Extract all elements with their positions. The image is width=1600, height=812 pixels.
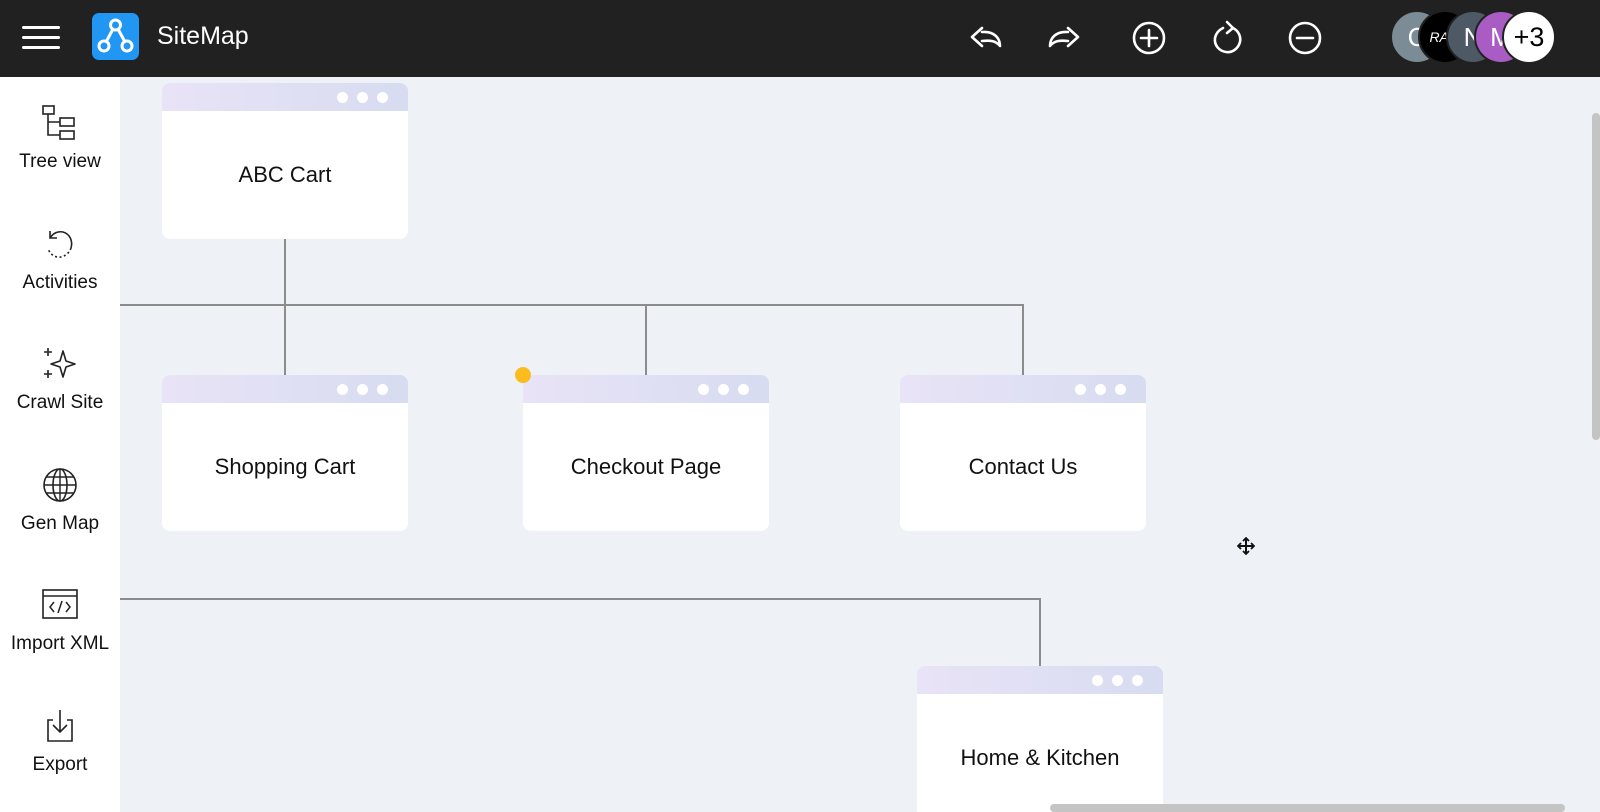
top-bar: SiteMap C RAM N M +3	[0, 0, 1600, 77]
minus-circle-icon	[1288, 21, 1322, 55]
redo-icon	[1048, 26, 1080, 48]
sidebar-item-tree-view[interactable]: Tree view	[0, 89, 120, 199]
page-node-abc-cart[interactable]: ABC Cart	[162, 83, 408, 239]
download-icon	[47, 710, 73, 742]
history-icon	[47, 230, 73, 258]
node-title: Shopping Cart	[214, 454, 356, 479]
more-options-icon[interactable]	[337, 384, 388, 395]
more-options-icon[interactable]	[1075, 384, 1126, 395]
sidebar-item-gen-map[interactable]: Gen Map	[0, 451, 120, 561]
vertical-scrollbar[interactable]	[1592, 113, 1600, 440]
zoom-in-button[interactable]	[1127, 16, 1171, 60]
more-options-icon[interactable]	[698, 384, 749, 395]
connector-line	[120, 598, 1041, 666]
zoom-out-button[interactable]	[1283, 16, 1327, 60]
node-header	[917, 666, 1163, 694]
sidebar-item-export[interactable]: Export	[0, 692, 120, 802]
more-options-icon[interactable]	[1092, 675, 1143, 686]
sidebar-item-label: Gen Map	[20, 513, 100, 534]
sitemap-logo-icon	[92, 13, 139, 60]
sidebar-item-label: Activities	[22, 272, 98, 293]
collaborator-avatars: C RAM N M +3	[1390, 10, 1560, 66]
code-file-icon	[42, 589, 78, 619]
sparkle-icon	[44, 348, 76, 378]
sidebar-item-label: Tree view	[19, 151, 101, 172]
page-node-checkout-page[interactable]: Checkout Page	[523, 375, 769, 531]
globe-icon	[43, 468, 77, 502]
sidebar-item-activities[interactable]: Activities	[0, 210, 120, 320]
page-node-home-kitchen[interactable]: Home & Kitchen	[917, 666, 1163, 812]
sidebar-item-label: Crawl Site	[16, 392, 104, 413]
sitemap-canvas[interactable]: ABC Cart Shopping Cart Checkout Page Con…	[120, 77, 1600, 812]
node-header	[900, 375, 1146, 403]
sidebar-item-crawl-site[interactable]: Crawl Site	[0, 330, 120, 440]
node-header	[162, 83, 408, 111]
more-collaborators-badge[interactable]: +3	[1502, 10, 1556, 64]
node-title: Contact Us	[968, 454, 1078, 479]
node-title: Home & Kitchen	[960, 745, 1120, 770]
sidebar: Tree view Activities Crawl Site Gen Map	[0, 77, 120, 812]
undo-icon	[970, 26, 1002, 48]
plus-circle-icon	[1132, 21, 1166, 55]
status-marker	[515, 367, 531, 383]
connector-line	[120, 304, 1024, 375]
tree-view-icon	[42, 105, 75, 140]
refresh-button[interactable]	[1205, 16, 1249, 60]
page-node-shopping-cart[interactable]: Shopping Cart	[162, 375, 408, 531]
move-cursor-icon	[1237, 537, 1255, 555]
menu-icon[interactable]	[22, 22, 60, 52]
node-header	[162, 375, 408, 403]
node-title: ABC Cart	[238, 162, 332, 187]
more-options-icon[interactable]	[337, 92, 388, 103]
node-header	[523, 375, 769, 403]
refresh-icon	[1213, 20, 1242, 54]
redo-button[interactable]	[1042, 16, 1086, 60]
sidebar-item-import-xml[interactable]: Import XML	[0, 571, 120, 681]
page-node-contact-us[interactable]: Contact Us	[900, 375, 1146, 531]
sidebar-item-label: Export	[32, 754, 88, 775]
app-title: SiteMap	[157, 22, 249, 50]
horizontal-scrollbar[interactable]	[1050, 804, 1565, 812]
sidebar-item-label: Import XML	[10, 633, 110, 654]
node-title: Checkout Page	[570, 454, 722, 479]
undo-button[interactable]	[964, 16, 1008, 60]
